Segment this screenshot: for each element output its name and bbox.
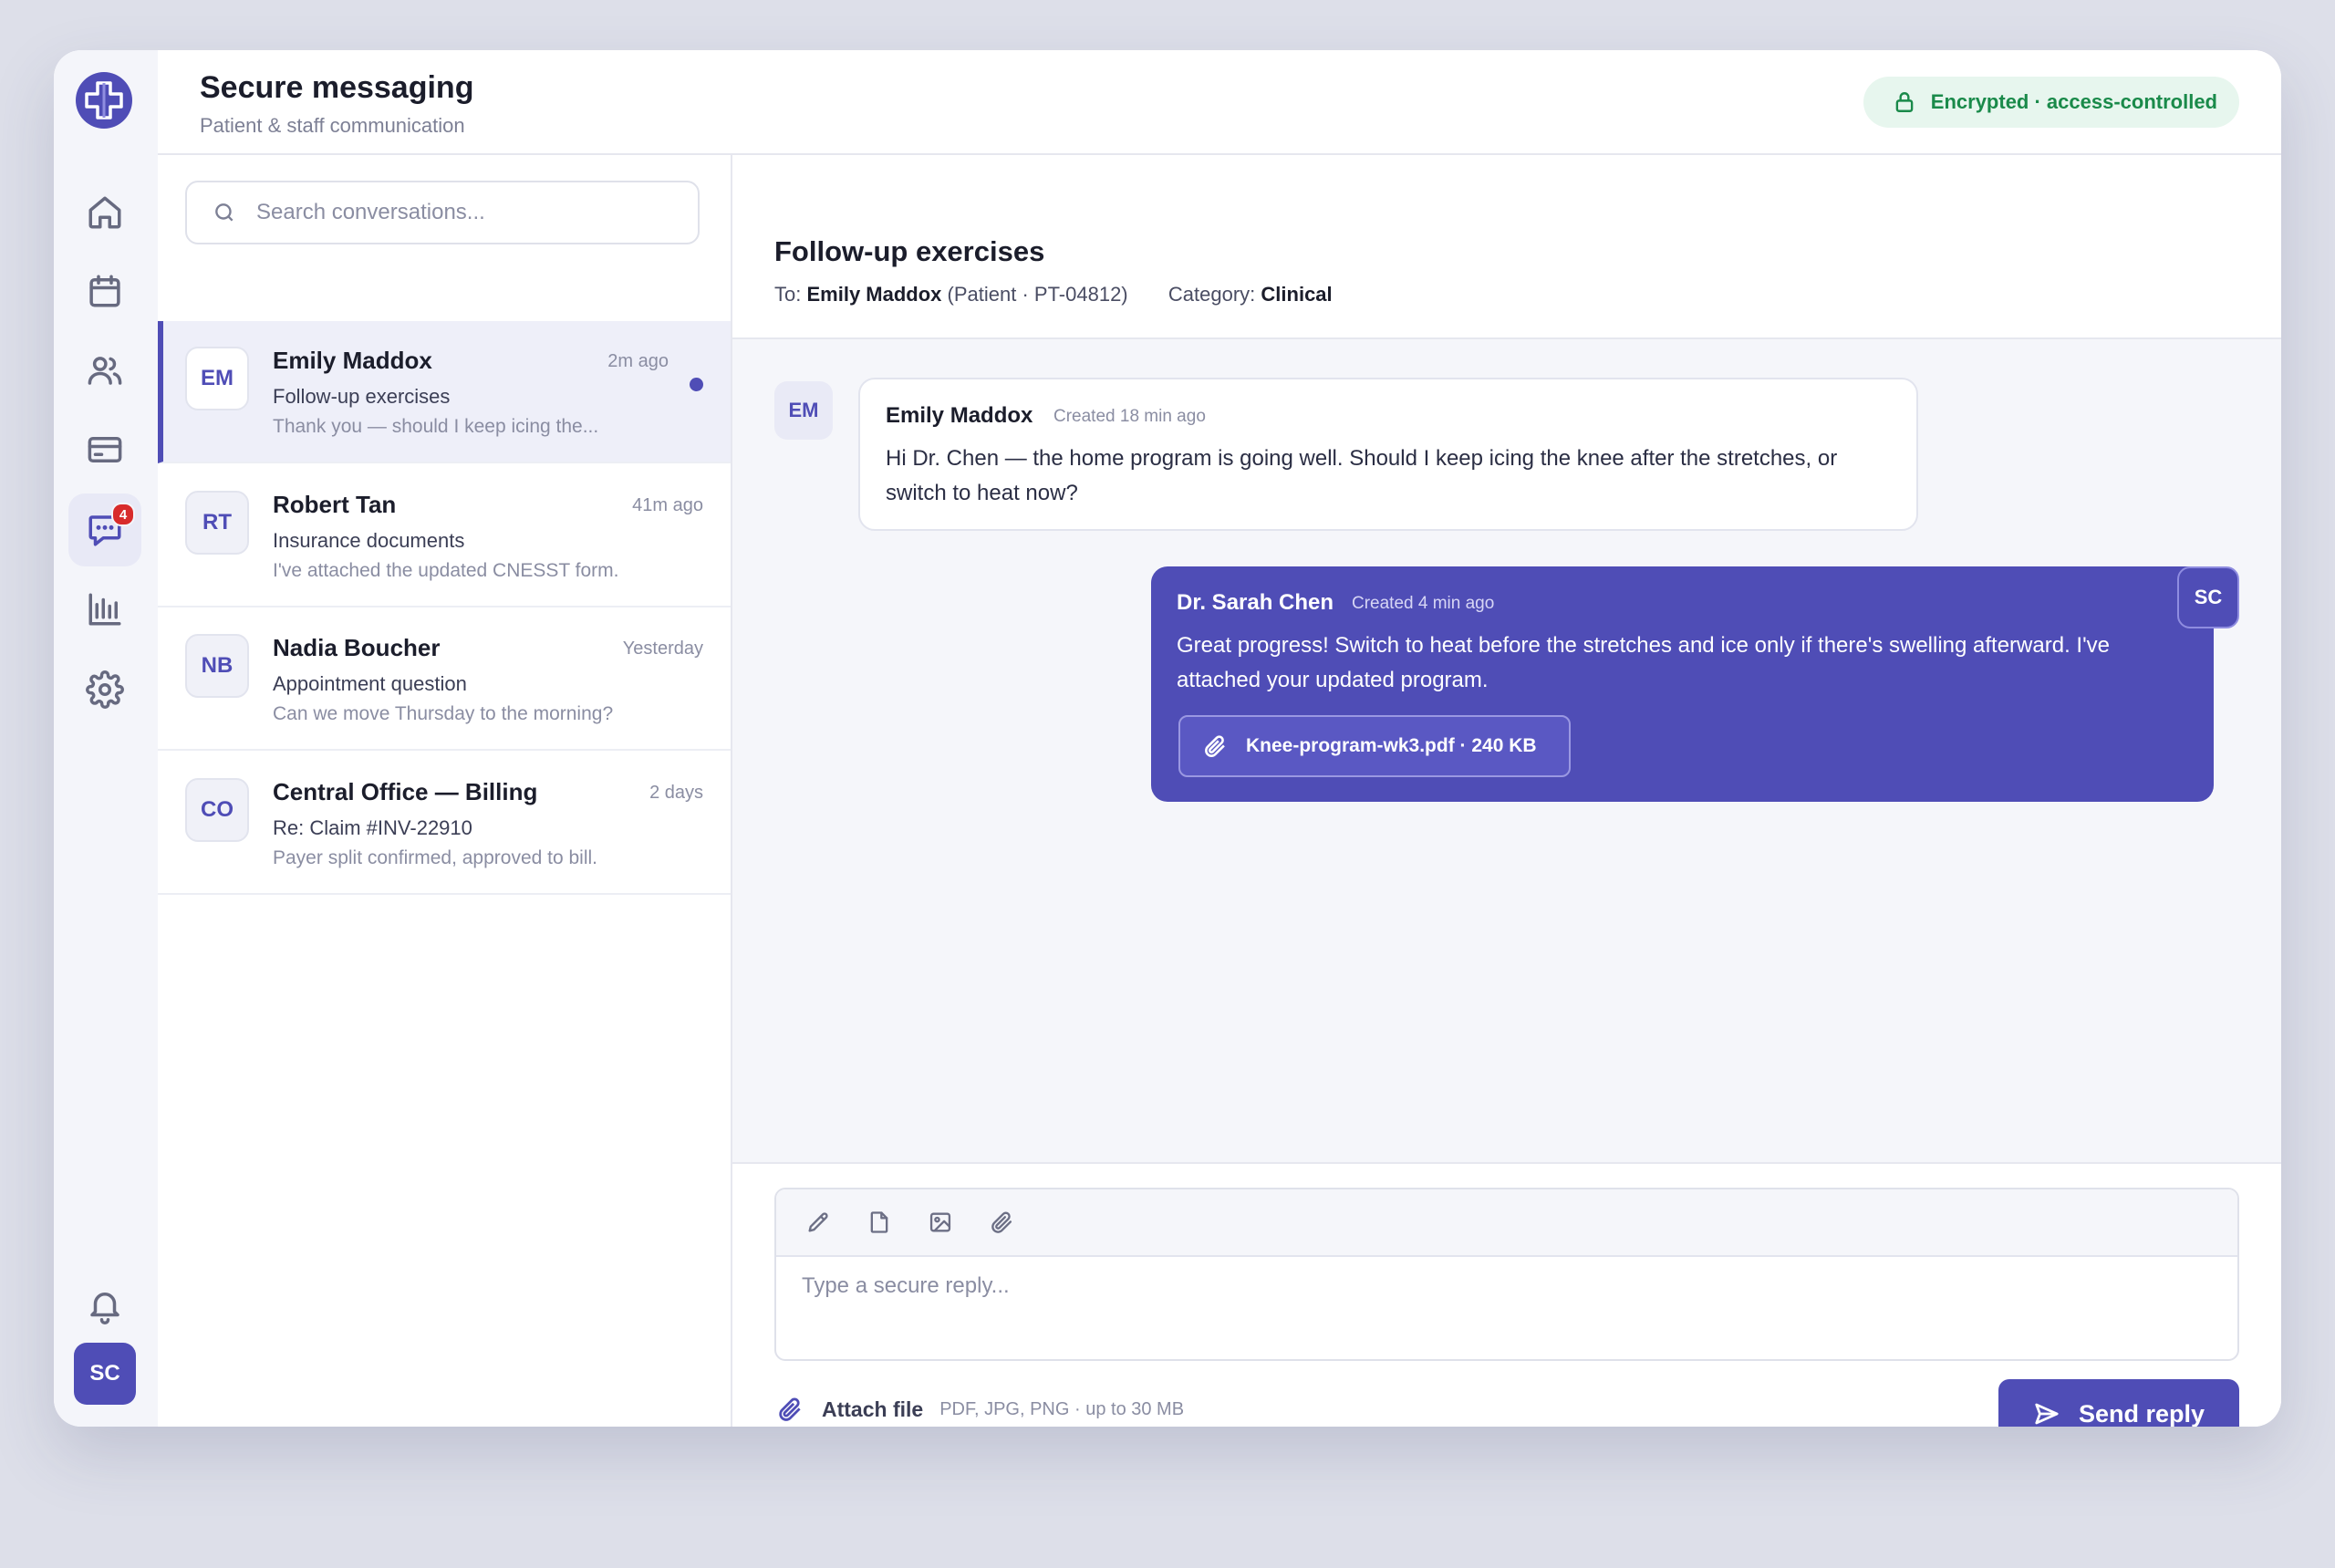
avatar: EM [774,381,833,440]
conversation-list-panel: EM Emily Maddox 2m ago Follow-up exercis… [158,155,732,1427]
message-body: Great progress! Switch to heat before th… [1177,633,2110,692]
attach-file-link[interactable]: Attach file [822,1397,923,1422]
nav-patients[interactable] [68,334,141,407]
nav-messages[interactable]: 4 [68,493,141,566]
page-title: Secure messaging [200,70,474,105]
conversation-subject: Insurance documents [273,529,465,552]
page-subtitle: Patient & staff communication [200,114,465,137]
message-timestamp: Created 18 min ago [1053,407,1206,426]
conversation-time: 2m ago [607,351,669,371]
nav-settings[interactable] [68,653,141,726]
avatar: CO [185,778,249,842]
conversation-item-central-office-billing[interactable]: CO Central Office — Billing 2 days Re: C… [158,753,731,895]
thread-panel: Follow-up exercises To: Emily Maddox (Pa… [732,155,2281,1427]
conversation-preview: Payer split confirmed, approved to bill. [273,847,598,868]
composer-toolbar [776,1189,2237,1257]
nav-home[interactable] [68,176,141,249]
document-icon [870,1211,888,1233]
lock-icon [1895,92,1914,112]
nav-billing[interactable] [68,413,141,486]
document-tool-button[interactable] [861,1204,898,1241]
conversation-item-emily-maddox[interactable]: EM Emily Maddox 2m ago Follow-up exercis… [158,321,731,463]
category-value: Clinical [1261,283,1333,306]
bell-icon [90,1293,119,1324]
conversation-item-robert-tan[interactable]: RT Robert Tan 41m ago Insurance document… [158,465,731,607]
paperclip-icon [1205,735,1225,757]
app-logo [76,72,132,129]
conversation-time: 41m ago [632,495,703,515]
paperclip-icon [991,1211,1012,1233]
message-timestamp: Created 4 min ago [1352,594,1495,613]
conversation-preview: Can we move Thursday to the morning? [273,703,614,724]
thread-header: Follow-up exercises To: Emily Maddox (Pa… [732,155,2281,339]
message-sender: Emily Maddox [886,403,1033,428]
page-header: Secure messaging Patient & staff communi… [158,50,2281,155]
message-incoming: Emily Maddox Created 18 min ago Hi Dr. C… [858,378,1918,531]
conversation-subject: Re: Claim #INV-22910 [273,816,472,839]
attachment-chip[interactable]: Knee-program-wk3.pdf · 240 KB [1178,715,1571,777]
composer-area: Attach file PDF, JPG, PNG · up to 30 MB … [732,1162,2281,1427]
conversation-subject: Appointment question [273,672,467,695]
send-icon [2035,1403,2059,1425]
avatar: RT [185,491,249,555]
conversation-subject: Follow-up exercises [273,385,451,408]
conversation-name: Central Office — Billing [273,778,538,805]
attach-file-row[interactable]: Attach file PDF, JPG, PNG · up to 30 MB [776,1396,1184,1423]
attachment-name: Knee-program-wk3.pdf · 240 KB [1246,735,1537,756]
calendar-icon [89,275,120,307]
image-icon [929,1212,951,1232]
attach-file-hint: PDF, JPG, PNG · up to 30 MB [939,1398,1185,1419]
message-sender: Dr. Sarah Chen [1177,590,1334,615]
nav-calendar[interactable] [68,254,141,327]
recipient-name: Emily Maddox [806,283,942,306]
avatar: EM [185,347,249,410]
message-body: Hi Dr. Chen — the home program is going … [886,446,1838,505]
home-icon [88,196,121,229]
thread-meta: To: Emily Maddox (Patient · PT-04812) Ca… [774,283,1333,306]
security-status-badge: Encrypted · access-controlled [1863,77,2239,128]
send-reply-label: Send reply [2078,1399,2205,1428]
analytics-icon [88,593,121,626]
user-avatar[interactable]: SC [74,1343,136,1405]
conversation-preview: Thank you — should I keep icing the... [273,416,599,437]
send-reply-button[interactable]: Send reply [1998,1379,2239,1427]
conversation-item-nadia-boucher[interactable]: NB Nadia Boucher Yesterday Appointment q… [158,608,731,751]
unread-indicator [690,378,703,391]
nav-rail: 4 SC [54,50,160,1427]
search-icon [215,203,234,222]
messages-unread-badge: 4 [111,503,135,526]
conversation-time: Yesterday [622,639,703,659]
avatar: SC [2177,566,2239,628]
message-outgoing: Dr. Sarah Chen Created 4 min ago Great p… [1151,566,2214,802]
users-icon [88,357,122,385]
conversation-name: Robert Tan [273,491,397,518]
to-label: To: [774,283,802,306]
thread-title: Follow-up exercises [774,235,1045,267]
nav-analytics[interactable] [68,573,141,646]
app-window: 4 SC Secure messaging Patient & staff co… [54,50,2281,1427]
conversation-preview: I've attached the updated CNESST form. [273,560,619,581]
security-status-label: Encrypted · access-controlled [1930,90,2217,113]
conversation-name: Nadia Boucher [273,634,441,661]
conversation-name: Emily Maddox [273,347,432,374]
conversation-time: 2 days [649,783,703,803]
settings-icon [86,670,124,709]
billing-card-icon [88,437,122,462]
attach-tool-button[interactable] [983,1204,1020,1241]
recipient-detail: (Patient · PT-04812) [947,283,1128,306]
paperclip-icon [779,1397,801,1421]
category-label: Category: [1168,283,1256,306]
edit-tool-button[interactable] [800,1204,836,1241]
pencil-icon [808,1212,828,1232]
reply-input[interactable] [800,1272,2214,1330]
notifications-button[interactable] [68,1269,141,1342]
image-tool-button[interactable] [922,1204,959,1241]
reply-composer [774,1188,2239,1361]
search-box [185,181,700,244]
avatar: NB [185,634,249,698]
search-input[interactable] [254,199,659,226]
